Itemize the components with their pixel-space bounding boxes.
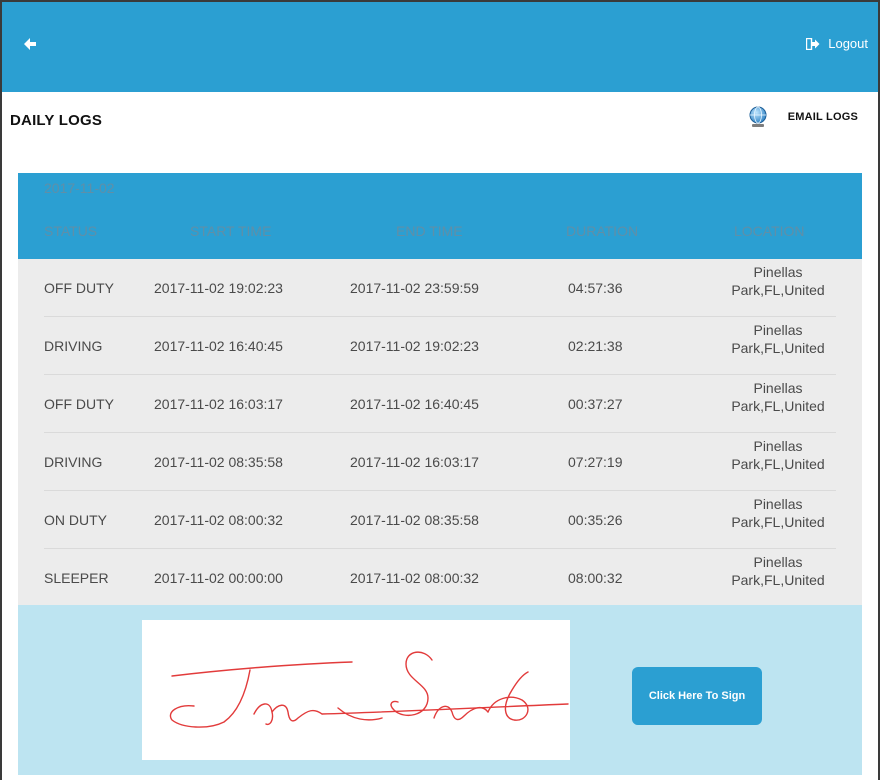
row-status: OFF DUTY bbox=[44, 396, 114, 412]
row-duration: 00:35:26 bbox=[568, 512, 623, 528]
location-line-1: Pinellas bbox=[753, 264, 803, 280]
back-button[interactable] bbox=[18, 32, 42, 56]
table-row[interactable]: OFF DUTY 2017-11-02 16:03:17 2017-11-02 … bbox=[18, 375, 862, 433]
row-location: Pinellas Park,FL,United bbox=[708, 495, 848, 531]
logout-label: Logout bbox=[828, 36, 868, 51]
table-row[interactable]: ON DUTY 2017-11-02 08:00:32 2017-11-02 0… bbox=[18, 491, 862, 549]
row-location: Pinellas Park,FL,United bbox=[708, 379, 848, 415]
location-line-1: Pinellas bbox=[753, 438, 803, 454]
column-start-time: START TIME bbox=[190, 223, 272, 239]
row-duration: 00:37:27 bbox=[568, 396, 623, 412]
row-end-time: 2017-11-02 08:00:32 bbox=[350, 570, 479, 586]
column-duration: DURATION bbox=[566, 223, 639, 239]
location-line-1: Pinellas bbox=[753, 496, 803, 512]
location-line-2: Park,FL,United bbox=[731, 282, 825, 298]
log-table-header: 2017-11-02 STATUS START TIME END TIME DU… bbox=[18, 173, 862, 259]
row-end-time: 2017-11-02 08:35:58 bbox=[350, 512, 479, 528]
table-row[interactable]: DRIVING 2017-11-02 16:40:45 2017-11-02 1… bbox=[18, 317, 862, 375]
row-duration: 04:57:36 bbox=[568, 280, 623, 296]
page-title: DAILY LOGS bbox=[10, 112, 103, 129]
location-line-2: Park,FL,United bbox=[731, 340, 825, 356]
column-location: LOCATION bbox=[734, 223, 805, 239]
row-location: Pinellas Park,FL,United bbox=[708, 553, 848, 589]
column-status: STATUS bbox=[44, 223, 98, 239]
table-row[interactable]: OFF DUTY 2017-11-02 19:02:23 2017-11-02 … bbox=[18, 259, 862, 317]
location-line-2: Park,FL,United bbox=[731, 514, 825, 530]
click-to-sign-button[interactable]: Click Here To Sign bbox=[632, 667, 762, 725]
row-status: ON DUTY bbox=[44, 512, 107, 528]
row-location: Pinellas Park,FL,United bbox=[708, 263, 848, 299]
location-line-1: Pinellas bbox=[753, 554, 803, 570]
row-status: DRIVING bbox=[44, 454, 103, 470]
row-start-time: 2017-11-02 08:35:58 bbox=[154, 454, 283, 470]
row-status: SLEEPER bbox=[44, 570, 109, 586]
globe-icon bbox=[749, 106, 767, 127]
row-status: OFF DUTY bbox=[44, 280, 114, 296]
row-start-time: 2017-11-02 19:02:23 bbox=[154, 280, 283, 296]
signature-pad[interactable] bbox=[142, 620, 570, 760]
page-header: DAILY LOGS EMAIL LOGS bbox=[2, 92, 878, 160]
signature-area: Click Here To Sign bbox=[18, 605, 862, 775]
email-logs-button[interactable]: EMAIL LOGS bbox=[748, 106, 858, 128]
email-logs-label: EMAIL LOGS bbox=[787, 111, 858, 123]
row-duration: 02:21:38 bbox=[568, 338, 623, 354]
log-date: 2017-11-02 bbox=[44, 180, 115, 196]
row-end-time: 2017-11-02 16:03:17 bbox=[350, 454, 479, 470]
row-location: Pinellas Park,FL,United bbox=[708, 437, 848, 473]
location-line-1: Pinellas bbox=[753, 322, 803, 338]
table-row[interactable]: SLEEPER 2017-11-02 00:00:00 2017-11-02 0… bbox=[18, 549, 862, 607]
location-line-2: Park,FL,United bbox=[731, 398, 825, 414]
row-start-time: 2017-11-02 16:40:45 bbox=[154, 338, 283, 354]
row-location: Pinellas Park,FL,United bbox=[708, 321, 848, 357]
row-end-time: 2017-11-02 16:40:45 bbox=[350, 396, 479, 412]
log-table-body: OFF DUTY 2017-11-02 19:02:23 2017-11-02 … bbox=[18, 259, 862, 605]
row-status: DRIVING bbox=[44, 338, 103, 354]
row-duration: 07:27:19 bbox=[568, 454, 623, 470]
row-end-time: 2017-11-02 23:59:59 bbox=[350, 280, 479, 296]
row-start-time: 2017-11-02 08:00:32 bbox=[154, 512, 283, 528]
signature-image bbox=[169, 651, 569, 728]
table-row[interactable]: DRIVING 2017-11-02 08:35:58 2017-11-02 1… bbox=[18, 433, 862, 491]
arrow-left-icon bbox=[24, 38, 36, 50]
logout-button[interactable]: Logout bbox=[806, 36, 868, 51]
row-duration: 08:00:32 bbox=[568, 570, 623, 586]
location-line-2: Park,FL,United bbox=[731, 456, 825, 472]
location-line-1: Pinellas bbox=[753, 380, 803, 396]
row-start-time: 2017-11-02 00:00:00 bbox=[154, 570, 283, 586]
location-line-2: Park,FL,United bbox=[731, 572, 825, 588]
top-bar: Logout bbox=[2, 2, 878, 92]
column-end-time: END TIME bbox=[396, 223, 463, 239]
row-end-time: 2017-11-02 19:02:23 bbox=[350, 338, 479, 354]
row-start-time: 2017-11-02 16:03:17 bbox=[154, 396, 283, 412]
logout-icon bbox=[806, 37, 820, 50]
